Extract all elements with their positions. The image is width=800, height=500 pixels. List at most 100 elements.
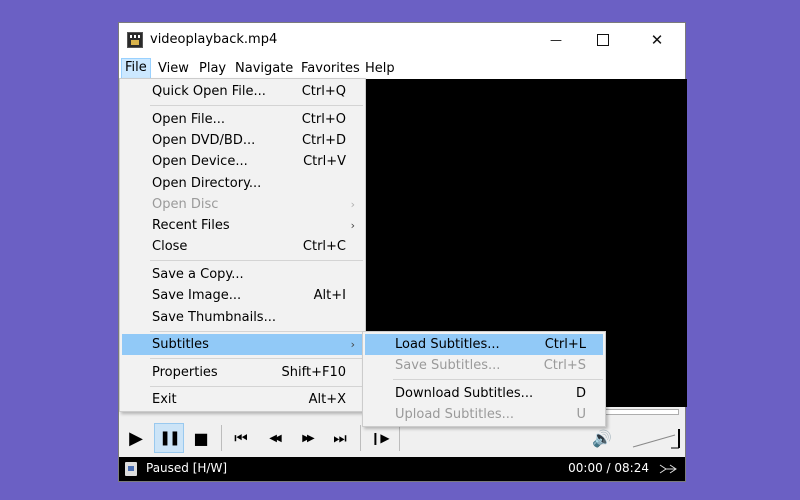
menu-item-accel: Ctrl+L — [544, 337, 586, 352]
stop-button[interactable]: ■ — [186, 423, 216, 453]
menu-bar: File View Play Navigate Favorites Help — [119, 57, 685, 80]
playback-status: Paused [H/W] — [146, 461, 228, 475]
menu-item-accel: Ctrl+O — [301, 112, 346, 127]
menu-item-exit[interactable]: Exit Alt+X — [122, 389, 363, 410]
pause-icon: ❚❚ — [159, 430, 181, 446]
menu-separator — [150, 331, 363, 332]
menu-item-subtitles[interactable]: Subtitles › — [122, 334, 363, 355]
mute-button[interactable]: 🔊 — [587, 423, 617, 453]
controls-separator — [399, 425, 400, 451]
frame-step-icon: ❙▶ — [370, 431, 390, 445]
maximize-icon — [597, 34, 609, 46]
menu-item-label: Open Directory... — [152, 176, 262, 191]
menu-item-accel: Alt+X — [308, 392, 346, 407]
window-title: videoplayback.mp4 — [150, 32, 278, 47]
chevron-right-icon: › — [350, 198, 355, 211]
menu-item-label: Close — [152, 239, 188, 254]
menu-item-save-thumbnails[interactable]: Save Thumbnails... — [122, 307, 363, 328]
menu-item-label: Save a Copy... — [152, 267, 244, 282]
menu-item-save-image[interactable]: Save Image... Alt+I — [122, 285, 363, 306]
close-button[interactable]: ✕ — [634, 23, 680, 57]
next-button[interactable]: ⏭ — [325, 423, 355, 453]
close-icon: ✕ — [650, 31, 664, 49]
minimize-icon: — — [550, 33, 562, 47]
menu-item-save-subtitles: Save Subtitles... Ctrl+S — [365, 355, 603, 376]
file-menu: Quick Open File... Ctrl+Q Open File... C… — [119, 78, 366, 412]
menu-item-save-copy[interactable]: Save a Copy... — [122, 264, 363, 285]
menu-item-open-device[interactable]: Open Device... Ctrl+V — [122, 151, 363, 172]
subtitles-submenu: Load Subtitles... Ctrl+L Save Subtitles.… — [362, 331, 606, 427]
menu-item-label: Quick Open File... — [152, 84, 266, 99]
fast-forward-icon: ▶▶ — [302, 432, 315, 444]
play-button[interactable]: ▶ — [121, 423, 151, 453]
menu-item-recent-files[interactable]: Recent Files › — [122, 215, 363, 236]
rewind-icon: ◀◀ — [269, 432, 282, 444]
menu-navigate[interactable]: Navigate — [232, 59, 296, 78]
menu-item-label: Exit — [152, 392, 177, 407]
menu-item-properties[interactable]: Properties Shift+F10 — [122, 362, 363, 383]
menu-item-open-dvd[interactable]: Open DVD/BD... Ctrl+D — [122, 130, 363, 151]
menu-item-accel: Ctrl+V — [303, 154, 346, 169]
menu-separator — [150, 358, 363, 359]
menu-item-label: Open Disc — [152, 197, 219, 212]
menu-file[interactable]: File — [121, 58, 151, 79]
file-icon — [125, 462, 137, 476]
volume-slider[interactable] — [631, 427, 683, 449]
chevron-right-icon: › — [350, 338, 355, 351]
menu-item-label: Properties — [152, 365, 218, 380]
title-bar[interactable]: videoplayback.mp4 — ✕ — [119, 23, 685, 57]
rewind-button[interactable]: ◀◀ — [259, 423, 289, 453]
menu-help[interactable]: Help — [362, 59, 398, 78]
previous-button[interactable]: ⏮ — [226, 423, 256, 453]
menu-item-accel: Ctrl+C — [302, 239, 346, 254]
menu-item-label: Open Device... — [152, 154, 248, 169]
menu-item-label: Save Subtitles... — [395, 358, 501, 373]
menu-item-accel: Alt+I — [313, 288, 346, 303]
minimize-button[interactable]: — — [533, 23, 579, 57]
menu-separator — [393, 379, 603, 380]
menu-item-open-directory[interactable]: Open Directory... — [122, 173, 363, 194]
menu-item-label: Open DVD/BD... — [152, 133, 256, 148]
stop-icon: ■ — [193, 428, 209, 448]
menu-item-open-file[interactable]: Open File... Ctrl+O — [122, 109, 363, 130]
menu-item-load-subtitles[interactable]: Load Subtitles... Ctrl+L — [365, 334, 603, 355]
menu-play[interactable]: Play — [196, 59, 229, 78]
menu-item-open-disc: Open Disc › — [122, 194, 363, 215]
menu-item-close[interactable]: Close Ctrl+C — [122, 236, 363, 257]
menu-item-accel: Ctrl+D — [301, 133, 346, 148]
controls-separator — [360, 425, 361, 451]
clapperboard-icon — [127, 32, 143, 48]
menu-separator — [150, 105, 363, 106]
menu-item-label: Load Subtitles... — [395, 337, 500, 352]
time-display[interactable]: 00:00 / 08:24 — [568, 461, 649, 475]
menu-item-accel: Ctrl+S — [543, 358, 586, 373]
menu-item-accel: D — [575, 386, 586, 401]
menu-item-label: Recent Files — [152, 218, 230, 233]
menu-item-label: Upload Subtitles... — [395, 407, 515, 422]
menu-item-label: Open File... — [152, 112, 226, 127]
menu-item-label: Subtitles — [152, 337, 209, 352]
menu-item-label: Download Subtitles... — [395, 386, 534, 401]
menu-item-upload-subtitles: Upload Subtitles... U — [365, 404, 603, 425]
menu-separator — [150, 386, 363, 387]
skip-back-icon: ⏮ — [234, 429, 248, 447]
menu-item-accel: Shift+F10 — [281, 365, 346, 380]
maximize-button[interactable] — [580, 23, 626, 57]
menu-item-accel: Ctrl+Q — [301, 84, 346, 99]
menu-view[interactable]: View — [155, 59, 192, 78]
menu-item-label: Save Image... — [152, 288, 242, 303]
controls-separator — [221, 425, 222, 451]
menu-separator — [150, 260, 363, 261]
skip-forward-icon: ⏭ — [333, 429, 347, 447]
chevron-right-icon: › — [350, 219, 355, 232]
menu-item-download-subtitles[interactable]: Download Subtitles... D — [365, 383, 603, 404]
menu-favorites[interactable]: Favorites — [298, 59, 363, 78]
speaker-icon: 🔊 — [592, 428, 612, 448]
menu-item-label: Save Thumbnails... — [152, 310, 276, 325]
forward-button[interactable]: ▶▶ — [292, 423, 322, 453]
play-icon: ▶ — [129, 427, 143, 449]
frame-step-button[interactable]: ❙▶ — [365, 423, 395, 453]
signal-icon — [659, 464, 677, 474]
menu-item-quick-open[interactable]: Quick Open File... Ctrl+Q — [122, 81, 363, 102]
pause-button[interactable]: ❚❚ — [154, 423, 184, 453]
